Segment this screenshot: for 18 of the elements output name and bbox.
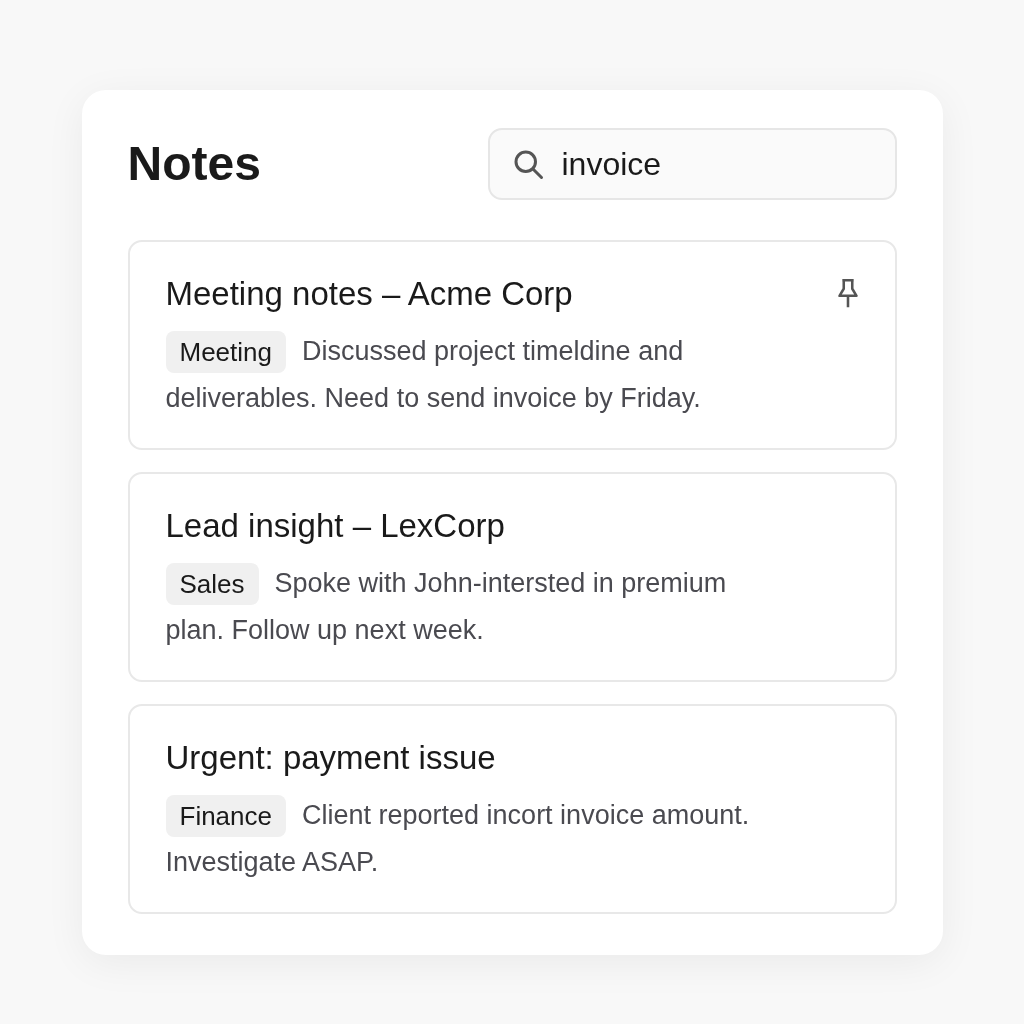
note-text: plan. Follow up next week. xyxy=(165,614,485,647)
note-text: Investigate ASAP. xyxy=(165,846,380,879)
tag-label: Meeting xyxy=(165,330,286,373)
note-text: Client reported incort invoice amount. xyxy=(302,799,750,832)
note-title: Lead insight – LexCorp xyxy=(165,506,505,546)
page-title: Notes xyxy=(127,140,261,188)
note-title: Meeting notes – Acme Corp xyxy=(165,274,573,314)
note-card[interactable]: Lead insight – LexCorp Sales Spoke with John-intersted in premium plan. Follow up next week. xyxy=(127,472,897,682)
tag-label: Finance xyxy=(165,794,286,837)
tag-label: Sales xyxy=(165,562,259,605)
note-text: Spoke with John-intersted in premium xyxy=(274,567,727,600)
search-input[interactable]: invoice xyxy=(561,140,875,188)
note-card[interactable]: Meeting notes – Acme Corp Meeting Discussed project timeldine and deliverables. Need to send invoice by Friday. xyxy=(127,240,897,450)
note-card[interactable]: Urgent: payment issue Finance Client reported incort invoice amount. Investigate ASAP. xyxy=(127,704,897,914)
note-text: deliverables. Need to send invoice by Friday. xyxy=(165,382,702,415)
search-field[interactable]: invoice xyxy=(487,128,897,200)
note-text: Discussed project timeldine and xyxy=(302,335,684,368)
note-title: Urgent: payment issue xyxy=(165,738,496,778)
